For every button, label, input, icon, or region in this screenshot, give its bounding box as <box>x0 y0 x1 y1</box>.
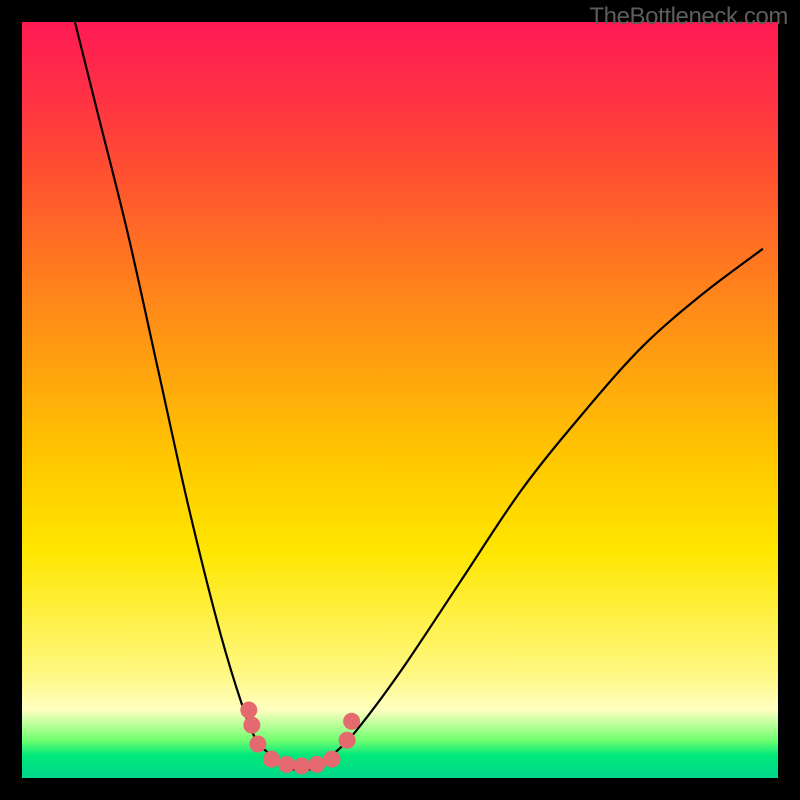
data-marker <box>308 756 325 773</box>
bottleneck-curve <box>22 22 778 778</box>
data-marker <box>343 713 360 730</box>
data-marker <box>339 732 356 749</box>
data-marker <box>249 735 266 752</box>
watermark-text: TheBottleneck.com <box>589 3 788 31</box>
chart-frame: TheBottleneck.com <box>0 0 800 800</box>
v-curve-path <box>75 22 763 770</box>
plot-area <box>22 22 778 778</box>
data-marker <box>278 756 295 773</box>
data-marker <box>263 751 280 768</box>
data-marker <box>293 757 310 774</box>
data-marker <box>323 751 340 768</box>
data-marker <box>243 717 260 734</box>
data-marker <box>240 701 257 718</box>
